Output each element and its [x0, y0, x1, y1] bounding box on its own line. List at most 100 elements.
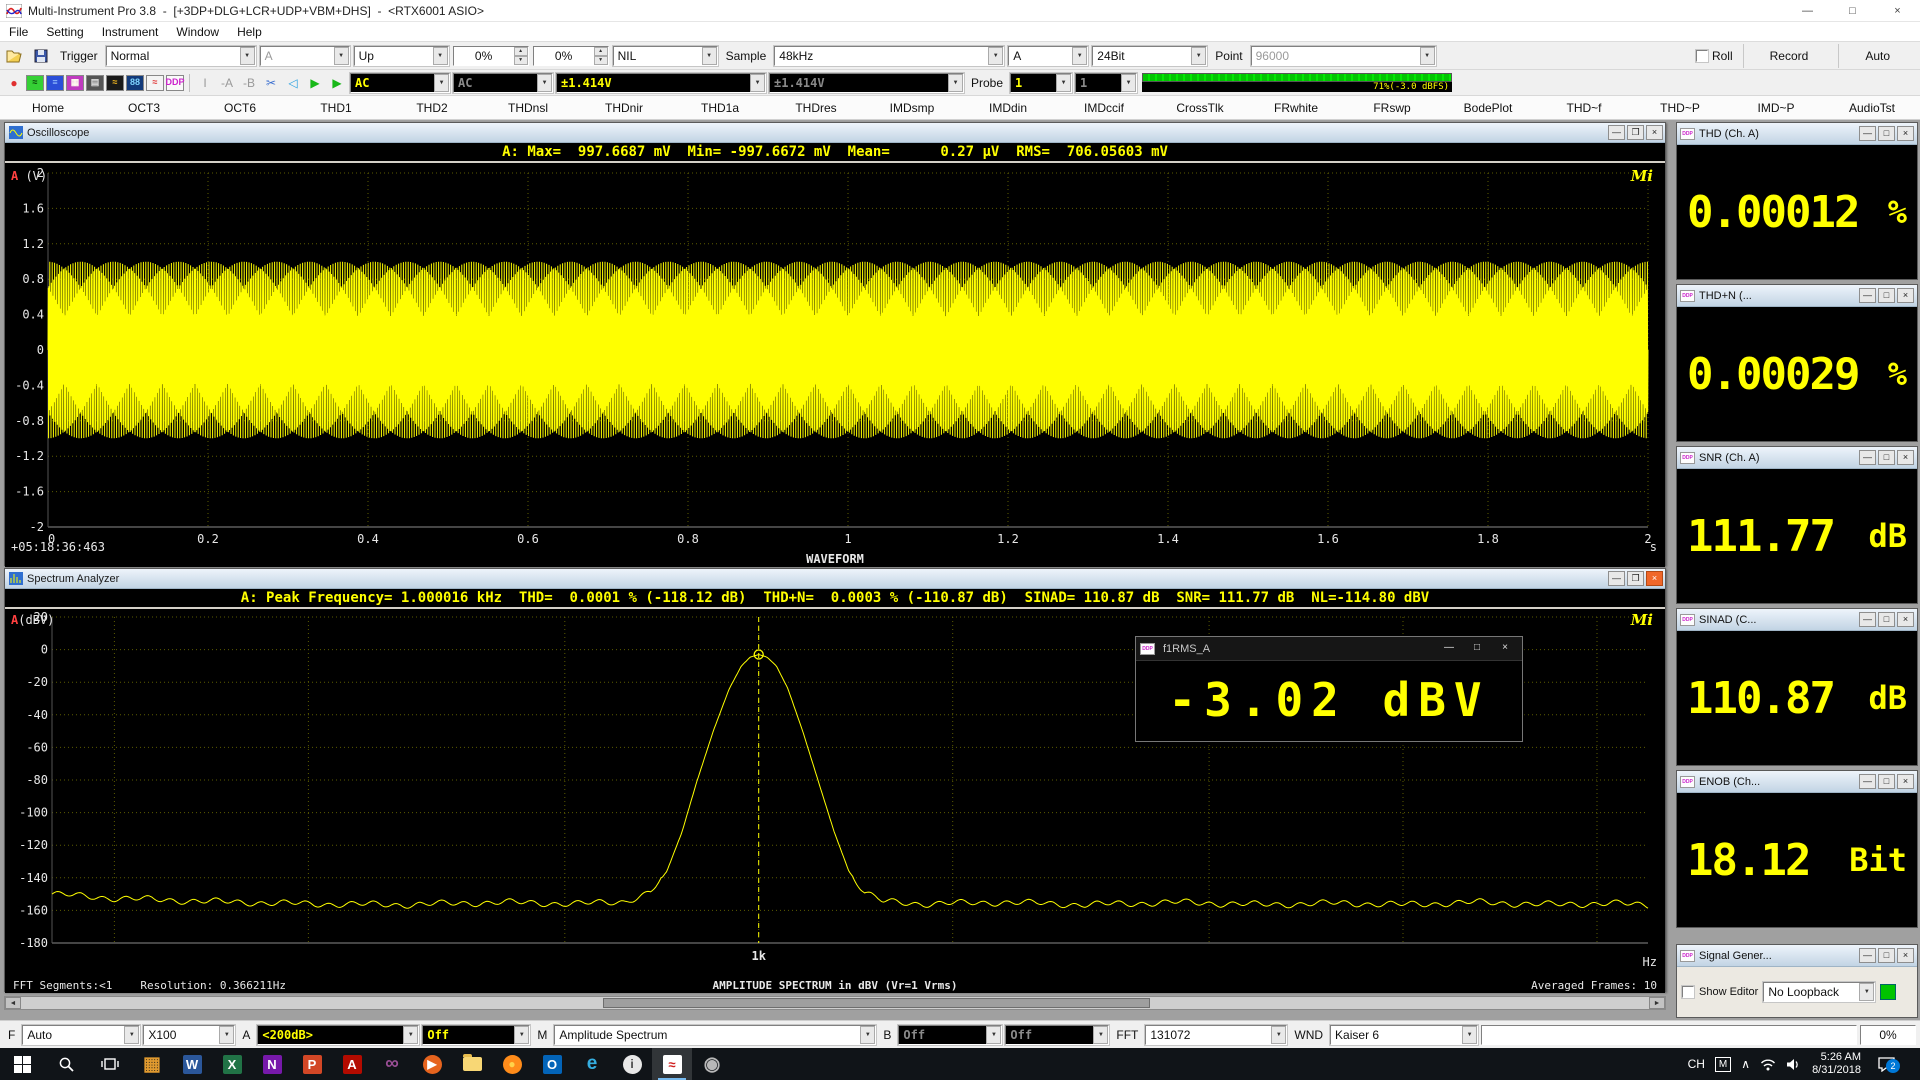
trigger-frames-dropdown[interactable]: NIL▼: [613, 46, 718, 66]
taskbar-camera[interactable]: ◉: [692, 1048, 732, 1080]
derived-data-icon[interactable]: ≈: [146, 75, 164, 91]
maximize-button[interactable]: □: [1464, 641, 1490, 656]
multimeter-icon[interactable]: ▤: [86, 75, 104, 91]
coupling-b-dropdown[interactable]: AC▼: [453, 73, 553, 93]
maximize-button[interactable]: □: [1830, 0, 1875, 22]
coupling-a-dropdown[interactable]: AC▼: [350, 73, 450, 93]
minimize-button[interactable]: —: [1608, 571, 1625, 586]
oscilloscope-titlebar[interactable]: Oscilloscope — ❐ ×: [5, 123, 1665, 143]
menu-help[interactable]: Help: [228, 25, 271, 39]
close-button[interactable]: ×: [1875, 0, 1920, 22]
tab-thd1a[interactable]: THD1a: [672, 96, 768, 119]
minimize-button[interactable]: —: [1859, 450, 1876, 465]
keyboard-indicator[interactable]: M: [1715, 1057, 1731, 1072]
taskbar-powerpoint[interactable]: P: [292, 1048, 332, 1080]
spectrum-titlebar[interactable]: Spectrum Analyzer — ❐ ×: [5, 569, 1665, 589]
meter-titlebar[interactable]: DDPTHD+N (...—□×: [1677, 285, 1917, 307]
volume-icon[interactable]: ◁: [283, 74, 303, 92]
start-button[interactable]: [0, 1048, 44, 1080]
loopback-dropdown[interactable]: No Loopback▼: [1763, 982, 1875, 1002]
search-button[interactable]: [44, 1048, 88, 1080]
menu-instrument[interactable]: Instrument: [93, 25, 168, 39]
maximize-button[interactable]: □: [1878, 450, 1895, 465]
taskbar-app-tiles[interactable]: ▦: [132, 1048, 172, 1080]
taskbar-acrobat[interactable]: A: [332, 1048, 372, 1080]
save-icon[interactable]: [30, 46, 52, 66]
range-b-dropdown[interactable]: ±1.414V▼: [769, 73, 964, 93]
restore-button[interactable]: ❐: [1627, 125, 1644, 140]
close-button[interactable]: ×: [1897, 612, 1914, 627]
counter-icon[interactable]: 88: [126, 75, 144, 91]
view-mode-dropdown[interactable]: Amplitude Spectrum▼: [554, 1025, 876, 1045]
record-button[interactable]: Record: [1743, 44, 1835, 68]
scrollbar-thumb[interactable]: [603, 998, 1151, 1008]
run-icon[interactable]: ▶: [305, 74, 325, 92]
open-icon[interactable]: [4, 46, 26, 66]
network-icon[interactable]: [1760, 1058, 1776, 1071]
a-range-dropdown[interactable]: <200dB>▼: [257, 1025, 419, 1045]
close-button[interactable]: ×: [1897, 126, 1914, 141]
maximize-button[interactable]: □: [1878, 612, 1895, 627]
minimize-button[interactable]: —: [1436, 641, 1462, 656]
close-button[interactable]: ×: [1897, 948, 1914, 963]
marker-b-icon[interactable]: -B: [239, 74, 259, 92]
roll-checkbox[interactable]: Roll: [1690, 49, 1739, 63]
ddp-viewer-icon[interactable]: DDP: [166, 75, 184, 91]
trigger-mode-dropdown[interactable]: Normal▼: [106, 46, 256, 66]
taskbar-info[interactable]: i: [612, 1048, 652, 1080]
tab-thd2[interactable]: THD2: [384, 96, 480, 119]
scroll-right-icon[interactable]: ►: [1649, 997, 1665, 1009]
language-indicator[interactable]: CH: [1688, 1057, 1705, 1071]
chevron-up-icon[interactable]: ∧: [1741, 1057, 1750, 1071]
tab-home[interactable]: Home: [0, 96, 96, 119]
volume-icon[interactable]: [1786, 1058, 1802, 1071]
f1rms-titlebar[interactable]: DDP f1RMS_A — □ ×: [1136, 637, 1522, 661]
oscilloscope-icon[interactable]: ≈: [26, 75, 44, 91]
meter-titlebar[interactable]: DDPENOB (Ch...—□×: [1677, 771, 1917, 793]
oscilloscope-chart[interactable]: 00.20.40.60.811.21.41.61.8221.61.20.80.4…: [8, 163, 1662, 563]
taskbar-media-player[interactable]: ▶: [412, 1048, 452, 1080]
show-editor-checkbox[interactable]: [1682, 986, 1694, 998]
spectrogram-icon[interactable]: ▦: [66, 75, 84, 91]
a-mode-dropdown[interactable]: Off▼: [422, 1025, 530, 1045]
b-mode2-dropdown[interactable]: Off▼: [1005, 1025, 1109, 1045]
taskbar-excel[interactable]: X: [212, 1048, 252, 1080]
menu-file[interactable]: File: [0, 25, 37, 39]
minimize-button[interactable]: —: [1608, 125, 1625, 140]
menu-window[interactable]: Window: [167, 25, 228, 39]
tab-bodeplot[interactable]: BodePlot: [1440, 96, 1536, 119]
signal-generator-titlebar[interactable]: DDP Signal Gener... — □ ×: [1677, 945, 1917, 967]
auto-button[interactable]: Auto: [1838, 44, 1916, 68]
checkbox-icon[interactable]: [1696, 50, 1708, 62]
tab-imdccif[interactable]: IMDccif: [1056, 96, 1152, 119]
generator-status-indicator[interactable]: [1880, 984, 1896, 1000]
minimize-button[interactable]: —: [1859, 948, 1876, 963]
trigger-delay-spinner[interactable]: 0%▲▼: [533, 46, 609, 66]
tab-oct6[interactable]: OCT6: [192, 96, 288, 119]
close-button[interactable]: ×: [1897, 288, 1914, 303]
frequency-axis-dropdown[interactable]: Auto▼: [22, 1025, 140, 1045]
tab-oct3[interactable]: OCT3: [96, 96, 192, 119]
taskbar-outlook[interactable]: O: [532, 1048, 572, 1080]
taskbar-edge[interactable]: e: [572, 1048, 612, 1080]
fft-size-dropdown[interactable]: 131072▼: [1145, 1025, 1287, 1045]
close-button[interactable]: ×: [1492, 641, 1518, 656]
range-a-dropdown[interactable]: ±1.414V▼: [556, 73, 766, 93]
scroll-left-icon[interactable]: ◄: [5, 997, 21, 1009]
tab-thdnsl[interactable]: THDnsl: [480, 96, 576, 119]
taskbar-multi-instrument[interactable]: ≈: [652, 1048, 692, 1080]
meter-titlebar[interactable]: DDPSNR (Ch. A)—□×: [1677, 447, 1917, 469]
spectrum-analyzer-icon[interactable]: ≡: [46, 75, 64, 91]
tab-thd~p[interactable]: THD~P: [1632, 96, 1728, 119]
maximize-button[interactable]: □: [1878, 126, 1895, 141]
close-button[interactable]: ×: [1646, 125, 1663, 140]
trigger-level-spinner[interactable]: 0%▲▼: [453, 46, 529, 66]
taskbar-file-explorer[interactable]: [452, 1048, 492, 1080]
minimize-button[interactable]: —: [1859, 288, 1876, 303]
meter-titlebar[interactable]: DDPSINAD (C...—□×: [1677, 609, 1917, 631]
task-view-button[interactable]: [88, 1048, 132, 1080]
sampling-channel-dropdown[interactable]: A▼: [1008, 46, 1088, 66]
bit-resolution-dropdown[interactable]: 24Bit▼: [1092, 46, 1207, 66]
restore-button[interactable]: ❐: [1627, 571, 1644, 586]
workspace-scrollbar[interactable]: ◄ ►: [4, 996, 1666, 1010]
